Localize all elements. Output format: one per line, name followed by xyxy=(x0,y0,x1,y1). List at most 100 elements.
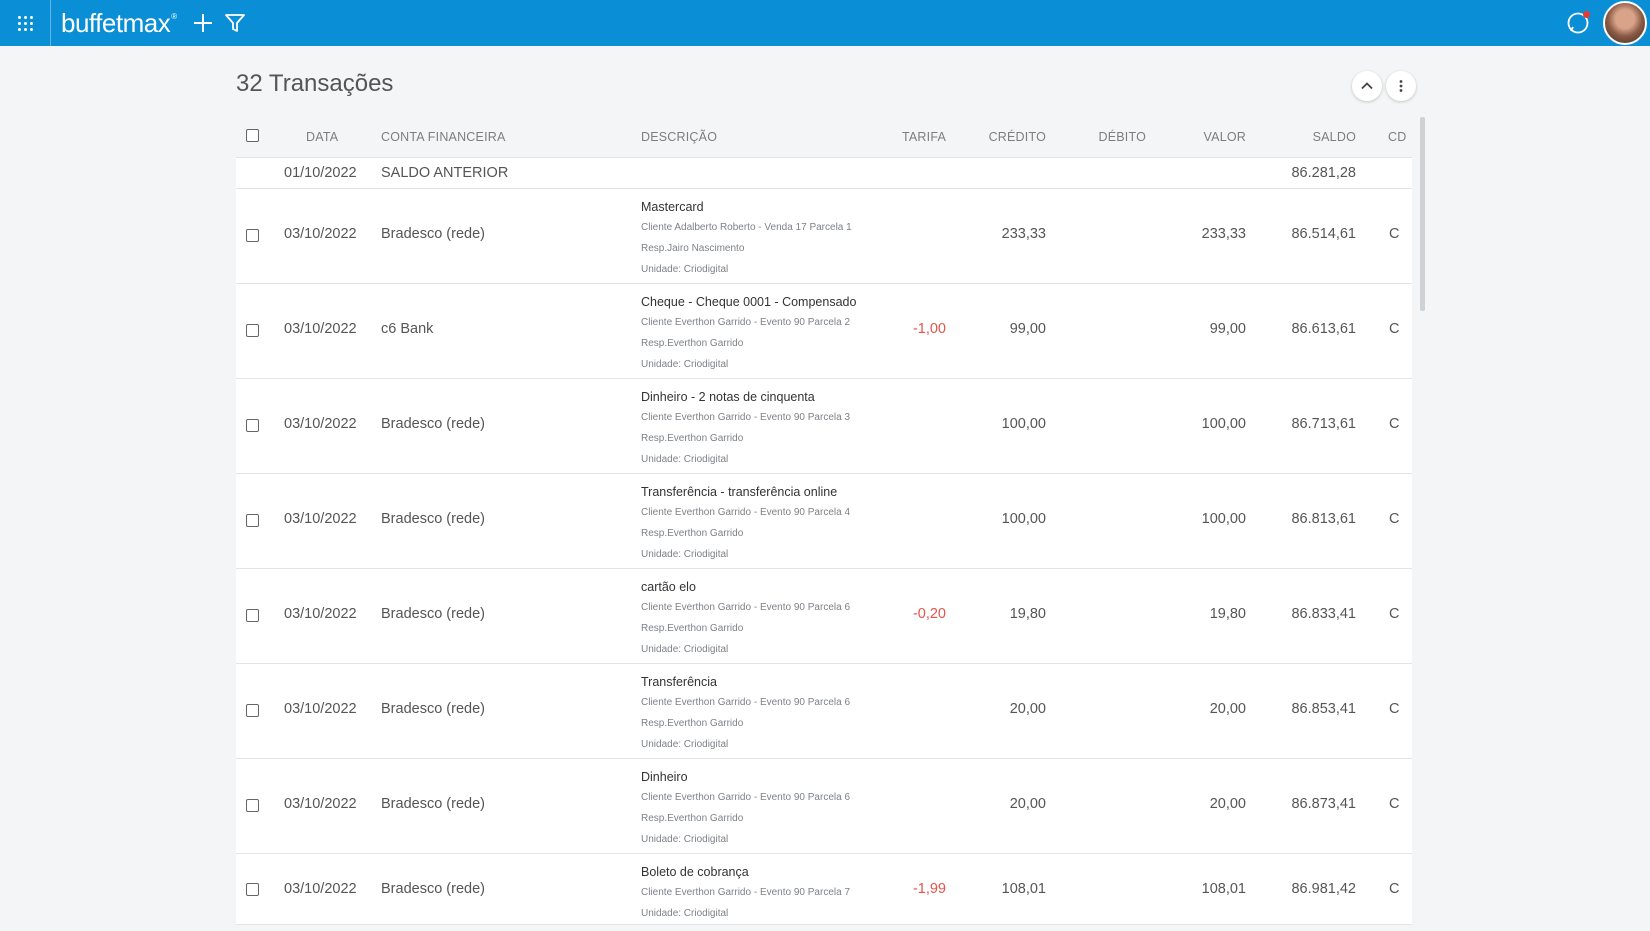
transaction-description: Boleto de cobrança Cliente Everthon Garr… xyxy=(641,862,850,924)
row-checkbox[interactable] xyxy=(246,609,259,622)
top-bar: buffetmax® xyxy=(0,0,1650,46)
opening-label: SALDO ANTERIOR xyxy=(381,165,509,181)
opening-balance-row: 01/10/2022 SALDO ANTERIOR 86.281,28 xyxy=(236,158,1412,189)
user-avatar[interactable] xyxy=(1603,1,1647,45)
transaction-tarifa: -0,20 xyxy=(912,606,946,622)
description-detail: Unidade: Criodigital xyxy=(641,739,729,750)
transaction-cd: C xyxy=(1389,701,1400,717)
transaction-description: cartão elo Cliente Everthon Garrido - Ev… xyxy=(641,577,850,660)
description-detail: Resp.Everthon Garrido xyxy=(641,813,744,824)
transactions-table: DATA CONTA FINANCEIRA DESCRIÇÃO TARIFA C… xyxy=(236,117,1412,925)
row-checkbox[interactable] xyxy=(246,514,259,527)
more-options-button[interactable] xyxy=(1386,71,1416,101)
transaction-account: Bradesco (rede) xyxy=(381,701,485,717)
transaction-date: 03/10/2022 xyxy=(284,881,357,897)
transaction-saldo: 86.853,41 xyxy=(1291,701,1356,717)
select-all-checkbox[interactable] xyxy=(246,129,259,142)
header-debito[interactable]: DÉBITO xyxy=(1066,130,1146,144)
transaction-saldo: 86.813,61 xyxy=(1291,511,1356,527)
transaction-valor: 99,00 xyxy=(1209,321,1246,337)
brand-name: buffetmax xyxy=(61,7,171,38)
transaction-row[interactable]: 03/10/2022 Bradesco (rede) Mastercard Cl… xyxy=(236,189,1412,284)
header-data[interactable]: DATA xyxy=(306,130,338,144)
brand-logo[interactable]: buffetmax® xyxy=(61,8,177,39)
description-detail: Unidade: Criodigital xyxy=(641,834,729,845)
description-detail: Cliente Adalberto Roberto - Venda 17 Par… xyxy=(641,222,852,233)
description-detail: Unidade: Criodigital xyxy=(641,644,729,655)
transaction-account: Bradesco (rede) xyxy=(381,606,485,622)
description-detail: Cliente Everthon Garrido - Evento 90 Par… xyxy=(641,887,850,898)
transaction-valor: 108,01 xyxy=(1201,881,1246,897)
transaction-credito: 108,01 xyxy=(1001,881,1046,897)
description-detail: Resp.Everthon Garrido xyxy=(641,433,744,444)
transaction-row[interactable]: 03/10/2022 Bradesco (rede) cartão elo Cl… xyxy=(236,569,1412,664)
header-cd[interactable]: CD xyxy=(1388,130,1406,144)
transaction-cd: C xyxy=(1389,796,1400,812)
transaction-valor: 20,00 xyxy=(1209,701,1246,717)
transaction-cd: C xyxy=(1389,416,1400,432)
transaction-description: Mastercard Cliente Adalberto Roberto - V… xyxy=(641,197,852,280)
transaction-row[interactable]: 03/10/2022 Bradesco (rede) Dinheiro Clie… xyxy=(236,759,1412,854)
add-button[interactable] xyxy=(191,11,215,35)
transaction-tarifa: -1,00 xyxy=(912,321,946,337)
transaction-row[interactable]: 03/10/2022 Bradesco (rede) Dinheiro - 2 … xyxy=(236,379,1412,474)
description-title: cartão elo xyxy=(641,580,696,594)
transaction-row[interactable]: 03/10/2022 Bradesco (rede) Transferência… xyxy=(236,474,1412,569)
vertical-scrollbar[interactable] xyxy=(1420,117,1425,311)
transaction-description: Dinheiro - 2 notas de cinquenta Cliente … xyxy=(641,387,850,470)
description-title: Cheque - Cheque 0001 - Compensado xyxy=(641,295,857,309)
description-detail: Resp.Everthon Garrido xyxy=(641,623,744,634)
header-valor[interactable]: VALOR xyxy=(1166,130,1246,144)
notification-dot xyxy=(1583,11,1590,18)
transaction-valor: 19,80 xyxy=(1209,606,1246,622)
transaction-account: Bradesco (rede) xyxy=(381,511,485,527)
header-saldo[interactable]: SALDO xyxy=(1266,130,1356,144)
transaction-saldo: 86.613,61 xyxy=(1291,321,1356,337)
header-descricao[interactable]: DESCRIÇÃO xyxy=(641,130,717,144)
filter-icon xyxy=(224,14,245,32)
transaction-row[interactable]: 03/10/2022 Bradesco (rede) Boleto de cob… xyxy=(236,854,1412,925)
transaction-description: Transferência Cliente Everthon Garrido -… xyxy=(641,672,850,755)
description-detail: Resp.Everthon Garrido xyxy=(641,338,744,349)
apps-grid-icon xyxy=(17,15,33,31)
transaction-saldo: 86.833,41 xyxy=(1291,606,1356,622)
transaction-credito: 20,00 xyxy=(1009,796,1046,812)
description-title: Boleto de cobrança xyxy=(641,865,749,879)
header-conta-financeira[interactable]: CONTA FINANCEIRA xyxy=(381,130,506,144)
opening-saldo: 86.281,28 xyxy=(1291,165,1356,181)
transaction-cd: C xyxy=(1389,321,1400,337)
transaction-cd: C xyxy=(1389,881,1400,897)
collapse-button[interactable] xyxy=(1352,71,1382,101)
row-checkbox[interactable] xyxy=(246,419,259,432)
description-detail: Unidade: Criodigital xyxy=(641,908,729,919)
more-vertical-icon xyxy=(1399,80,1403,92)
row-checkbox[interactable] xyxy=(246,324,259,337)
header-credito[interactable]: CRÉDITO xyxy=(966,130,1046,144)
transaction-date: 03/10/2022 xyxy=(284,606,357,622)
transaction-row[interactable]: 03/10/2022 Bradesco (rede) Transferência… xyxy=(236,664,1412,759)
row-checkbox[interactable] xyxy=(246,229,259,242)
table-header: DATA CONTA FINANCEIRA DESCRIÇÃO TARIFA C… xyxy=(236,117,1412,158)
row-checkbox[interactable] xyxy=(246,704,259,717)
transaction-row[interactable]: 03/10/2022 c6 Bank Cheque - Cheque 0001 … xyxy=(236,284,1412,379)
apps-menu-button[interactable] xyxy=(0,0,51,46)
description-title: Transferência - transferência online xyxy=(641,485,838,499)
transaction-valor: 100,00 xyxy=(1201,416,1246,432)
filter-button[interactable] xyxy=(223,11,247,35)
row-checkbox[interactable] xyxy=(246,799,259,812)
transaction-date: 03/10/2022 xyxy=(284,226,357,242)
transaction-saldo: 86.873,41 xyxy=(1291,796,1356,812)
transaction-cd: C xyxy=(1389,226,1400,242)
description-detail: Unidade: Criodigital xyxy=(641,549,729,560)
transaction-description: Transferência - transferência online Cli… xyxy=(641,482,850,565)
transaction-credito: 100,00 xyxy=(1001,511,1046,527)
transaction-account: Bradesco (rede) xyxy=(381,881,485,897)
chevron-up-icon xyxy=(1361,82,1373,90)
header-tarifa[interactable]: TARIFA xyxy=(866,130,946,144)
description-detail: Cliente Everthon Garrido - Evento 90 Par… xyxy=(641,412,850,423)
chat-button[interactable] xyxy=(1565,10,1591,36)
row-checkbox[interactable] xyxy=(246,883,259,896)
transaction-account: c6 Bank xyxy=(381,321,434,337)
description-detail: Unidade: Criodigital xyxy=(641,454,729,465)
transaction-date: 03/10/2022 xyxy=(284,796,357,812)
